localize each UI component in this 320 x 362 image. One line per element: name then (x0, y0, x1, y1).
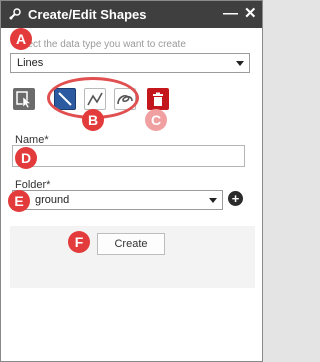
annotation-marker-b: B (82, 109, 104, 131)
annotation-marker-c: C (145, 109, 167, 131)
shapes-app-icon (9, 8, 21, 20)
delete-tool-button[interactable] (147, 88, 169, 110)
folder-value: ground (35, 194, 70, 206)
create-edit-shapes-window: Create/Edit Shapes — ✕ Select the data t… (0, 0, 263, 362)
minimize-button[interactable]: — (223, 5, 238, 22)
create-button[interactable]: Create (97, 233, 165, 255)
name-input[interactable] (12, 145, 245, 167)
select-tool-button[interactable] (13, 88, 35, 110)
chevron-down-icon (209, 198, 217, 203)
chevron-down-icon (236, 61, 244, 66)
select-cursor-icon (16, 91, 32, 109)
annotation-marker-f: F (68, 231, 90, 253)
trash-icon (153, 92, 163, 106)
add-folder-button[interactable]: + (228, 191, 243, 206)
annotation-marker-d: D (15, 147, 37, 169)
annotation-marker-a: A (10, 28, 32, 50)
data-type-value: Lines (17, 57, 44, 69)
data-type-select[interactable]: Lines (10, 53, 250, 73)
annotation-marker-e: E (8, 190, 30, 212)
titlebar[interactable]: Create/Edit Shapes — ✕ (1, 1, 262, 28)
window-title: Create/Edit Shapes (28, 7, 147, 22)
data-type-instruction: Select the data type you want to create (13, 39, 186, 50)
close-button[interactable]: ✕ (244, 4, 258, 22)
folder-select[interactable]: ground (12, 190, 223, 210)
